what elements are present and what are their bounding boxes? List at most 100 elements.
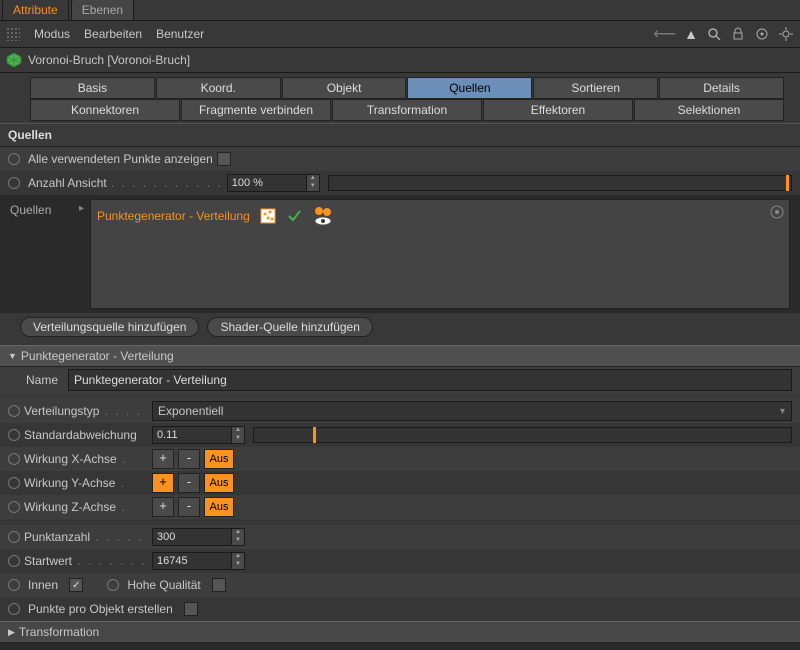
tab-transformation[interactable]: Transformation [332,99,482,121]
tab-basis[interactable]: Basis [30,77,155,99]
wy-aus[interactable]: Aus [204,473,234,493]
wz-aus[interactable]: Aus [204,497,234,517]
tab-fragmente[interactable]: Fragmente verbinden [181,99,331,121]
anim-dot[interactable] [8,579,20,591]
wy-minus[interactable]: - [178,473,200,493]
row-name: Name [0,367,800,393]
anim-dot[interactable] [8,453,20,465]
row-wx: Wirkung X-Achse . + - Aus [0,447,800,471]
check-icon[interactable] [286,208,302,224]
row-std: Standardabweichung ▲▼ [0,423,800,447]
anim-dot[interactable] [8,501,20,513]
menu-modus[interactable]: Modus [34,27,70,41]
search-icon[interactable] [706,26,722,42]
wx-minus[interactable]: - [178,449,200,469]
anim-dot[interactable] [8,477,20,489]
row-show-all: Alle verwendeten Punkte anzeigen [0,147,800,171]
tab-quellen[interactable]: Quellen [407,77,532,99]
anim-dot[interactable] [8,555,20,567]
distribution-icon [260,208,276,224]
tab-attribute[interactable]: Attribute [2,0,69,20]
add-shader-button[interactable]: Shader-Quelle hinzufügen [207,317,372,337]
sources-area: Quellen Punktegenerator - Verteilung [10,199,790,309]
row-start: Startwert . . . . . . . ▲▼ [0,549,800,573]
anim-dot[interactable] [8,531,20,543]
input-anzahl[interactable]: ▲▼ [227,174,320,192]
chevron-down-icon: ▼ [8,351,17,361]
row-wy: Wirkung Y-Achse . + - Aus [0,471,800,495]
anim-dot[interactable] [8,177,20,189]
label-innen: Innen [28,578,58,592]
nav-back-icon[interactable]: ⟵ [653,24,676,44]
transformation-title: Transformation [19,625,99,639]
input-start[interactable]: ▲▼ [152,552,245,570]
checkbox-hq[interactable] [212,578,226,592]
lock-icon[interactable] [730,26,746,42]
add-button-row: Verteilungsquelle hinzufügen Shader-Quel… [0,313,800,345]
add-distribution-button[interactable]: Verteilungsquelle hinzufügen [20,317,199,337]
target-icon[interactable] [754,26,770,42]
menu-bearbeiten[interactable]: Bearbeiten [84,27,142,41]
label-punkt: Punktanzahl [24,530,90,544]
input-name[interactable] [68,369,792,391]
tab-konnektoren[interactable]: Konnektoren [30,99,180,121]
object-name: Voronoi-Bruch [Voronoi-Bruch] [28,53,190,67]
checkbox-show-all[interactable] [217,152,231,166]
anim-dot[interactable] [107,579,119,591]
wz-plus[interactable]: + [152,497,174,517]
nav-up-icon[interactable]: ▲ [684,26,698,42]
wx-aus[interactable]: Aus [204,449,234,469]
row-innen-hq: Innen ✓ Hohe Qualität [0,573,800,597]
row-anzahl: Anzahl Ansicht . . . . . . . . . . . ▲▼ [0,171,800,195]
menu-benutzer[interactable]: Benutzer [156,27,204,41]
label-anzahl: Anzahl Ansicht [28,176,107,190]
tab-sortieren[interactable]: Sortieren [533,77,658,99]
wz-minus[interactable]: - [178,497,200,517]
object-header: Voronoi-Bruch [Voronoi-Bruch] [0,48,800,73]
label-ppo: Punkte pro Objekt erstellen [28,602,173,616]
input-std[interactable]: ▲▼ [152,426,245,444]
menu-bar: Modus Bearbeiten Benutzer ⟵ ▲ [0,21,800,48]
voronoi-icon [6,52,22,68]
drop-target-icon [769,204,785,220]
wx-plus[interactable]: + [152,449,174,469]
row-typ: Verteilungstyp . . . . Exponentiell [0,399,800,423]
tab-selektionen[interactable]: Selektionen [634,99,784,121]
transformation-header[interactable]: ▶ Transformation [0,621,800,643]
top-tab-bar: Attribute Ebenen [0,0,800,21]
tab-details[interactable]: Details [659,77,784,99]
label-start: Startwert [24,554,72,568]
input-punkt[interactable]: ▲▼ [152,528,245,546]
tab-effektoren[interactable]: Effektoren [483,99,633,121]
label-name: Name [26,373,64,387]
anim-dot[interactable] [8,603,20,615]
slider-anzahl[interactable] [328,175,792,191]
generator-header[interactable]: ▼ Punktegenerator - Verteilung [0,345,800,367]
generator-title: Punktegenerator - Verteilung [21,349,174,363]
source-item[interactable]: Punktegenerator - Verteilung [97,206,783,226]
select-typ[interactable]: Exponentiell [152,401,792,421]
grip-icon[interactable] [6,27,20,41]
visibility-icon[interactable] [312,206,334,226]
anim-dot[interactable] [8,429,20,441]
settings-icon[interactable] [778,26,794,42]
row-ppo: Punkte pro Objekt erstellen [0,597,800,621]
row-punkt: Punktanzahl . . . . . ▲▼ [0,525,800,549]
label-wz: Wirkung Z-Achse [24,500,116,514]
anim-dot[interactable] [8,153,20,165]
anim-dot[interactable] [8,405,20,417]
tab-objekt[interactable]: Objekt [282,77,407,99]
checkbox-innen[interactable]: ✓ [69,578,83,592]
label-std: Standardabweichung [24,428,137,442]
label-typ: Verteilungstyp [24,404,99,418]
tab-koord[interactable]: Koord. [156,77,281,99]
tab-ebenen[interactable]: Ebenen [71,0,134,20]
attribute-tabs: Basis Koord. Objekt Quellen Sortieren De… [0,73,800,123]
row-wz: Wirkung Z-Achse . + - Aus [0,495,800,519]
wy-plus[interactable]: + [152,473,174,493]
label-show-all: Alle verwendeten Punkte anzeigen [28,152,213,166]
slider-std[interactable] [253,427,792,443]
sources-well[interactable]: Punktegenerator - Verteilung [90,199,790,309]
checkbox-ppo[interactable] [184,602,198,616]
dots: . . . . . . . . . . . [111,176,223,190]
